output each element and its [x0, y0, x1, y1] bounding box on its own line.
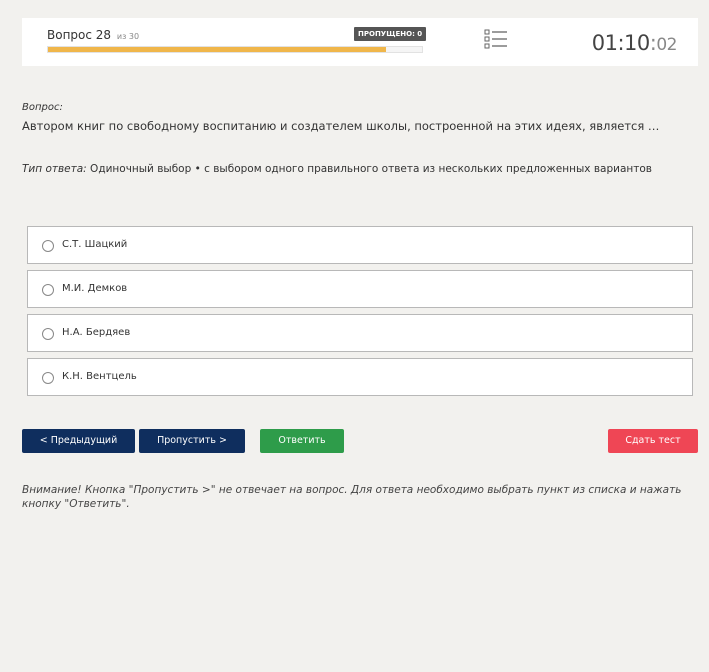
- previous-button[interactable]: < Предыдущий: [22, 429, 135, 453]
- answer-button[interactable]: Ответить: [260, 429, 344, 453]
- answer-option-3[interactable]: Н.А. Бердяев: [27, 314, 693, 352]
- skipped-badge: ПРОПУЩЕНО: 0: [354, 27, 427, 41]
- skip-button[interactable]: Пропустить >: [139, 429, 245, 453]
- question-label: Вопрос:: [22, 102, 63, 113]
- radio-button[interactable]: [42, 284, 54, 296]
- timer: 01:10:02: [591, 31, 678, 55]
- question-counter: Вопрос 28 из 30: [47, 28, 139, 42]
- answer-option-label: С.Т. Шацкий: [62, 239, 128, 250]
- answer-option-2[interactable]: М.И. Демков: [27, 270, 693, 308]
- timer-seconds: 02: [656, 35, 677, 55]
- radio-button[interactable]: [42, 372, 54, 384]
- answer-option-label: Н.А. Бердяев: [62, 327, 131, 338]
- question-number: Вопрос 28: [47, 28, 112, 42]
- radio-button[interactable]: [42, 240, 54, 252]
- submit-test-button[interactable]: Сдать тест: [608, 429, 698, 453]
- header-bar: Вопрос 28 из 30 ПРОПУЩЕНО: 0 01:10:02: [22, 18, 698, 66]
- answer-type: Тип ответа: Одиночный выбор • с выбором …: [22, 163, 652, 175]
- progress-fill: [48, 47, 386, 52]
- radio-button[interactable]: [42, 328, 54, 340]
- answer-option-4[interactable]: К.Н. Вентцель: [27, 358, 693, 396]
- answer-option-1[interactable]: С.Т. Шацкий: [27, 226, 693, 264]
- question-text: Автором книг по свободному воспитанию и …: [22, 119, 660, 133]
- progress-bar: [47, 46, 423, 53]
- answer-type-text: Одиночный выбор • с выбором одного прави…: [86, 163, 652, 175]
- warning-note: Внимание! Кнопка "Пропустить >" не отвеч…: [22, 484, 682, 510]
- timer-hours-minutes: 01:10: [591, 31, 651, 55]
- answer-option-label: М.И. Демков: [62, 283, 128, 294]
- answer-type-label: Тип ответа:: [22, 163, 87, 175]
- list-icon[interactable]: [484, 28, 508, 50]
- question-total: из 30: [116, 32, 140, 41]
- answer-option-label: К.Н. Вентцель: [62, 371, 137, 382]
